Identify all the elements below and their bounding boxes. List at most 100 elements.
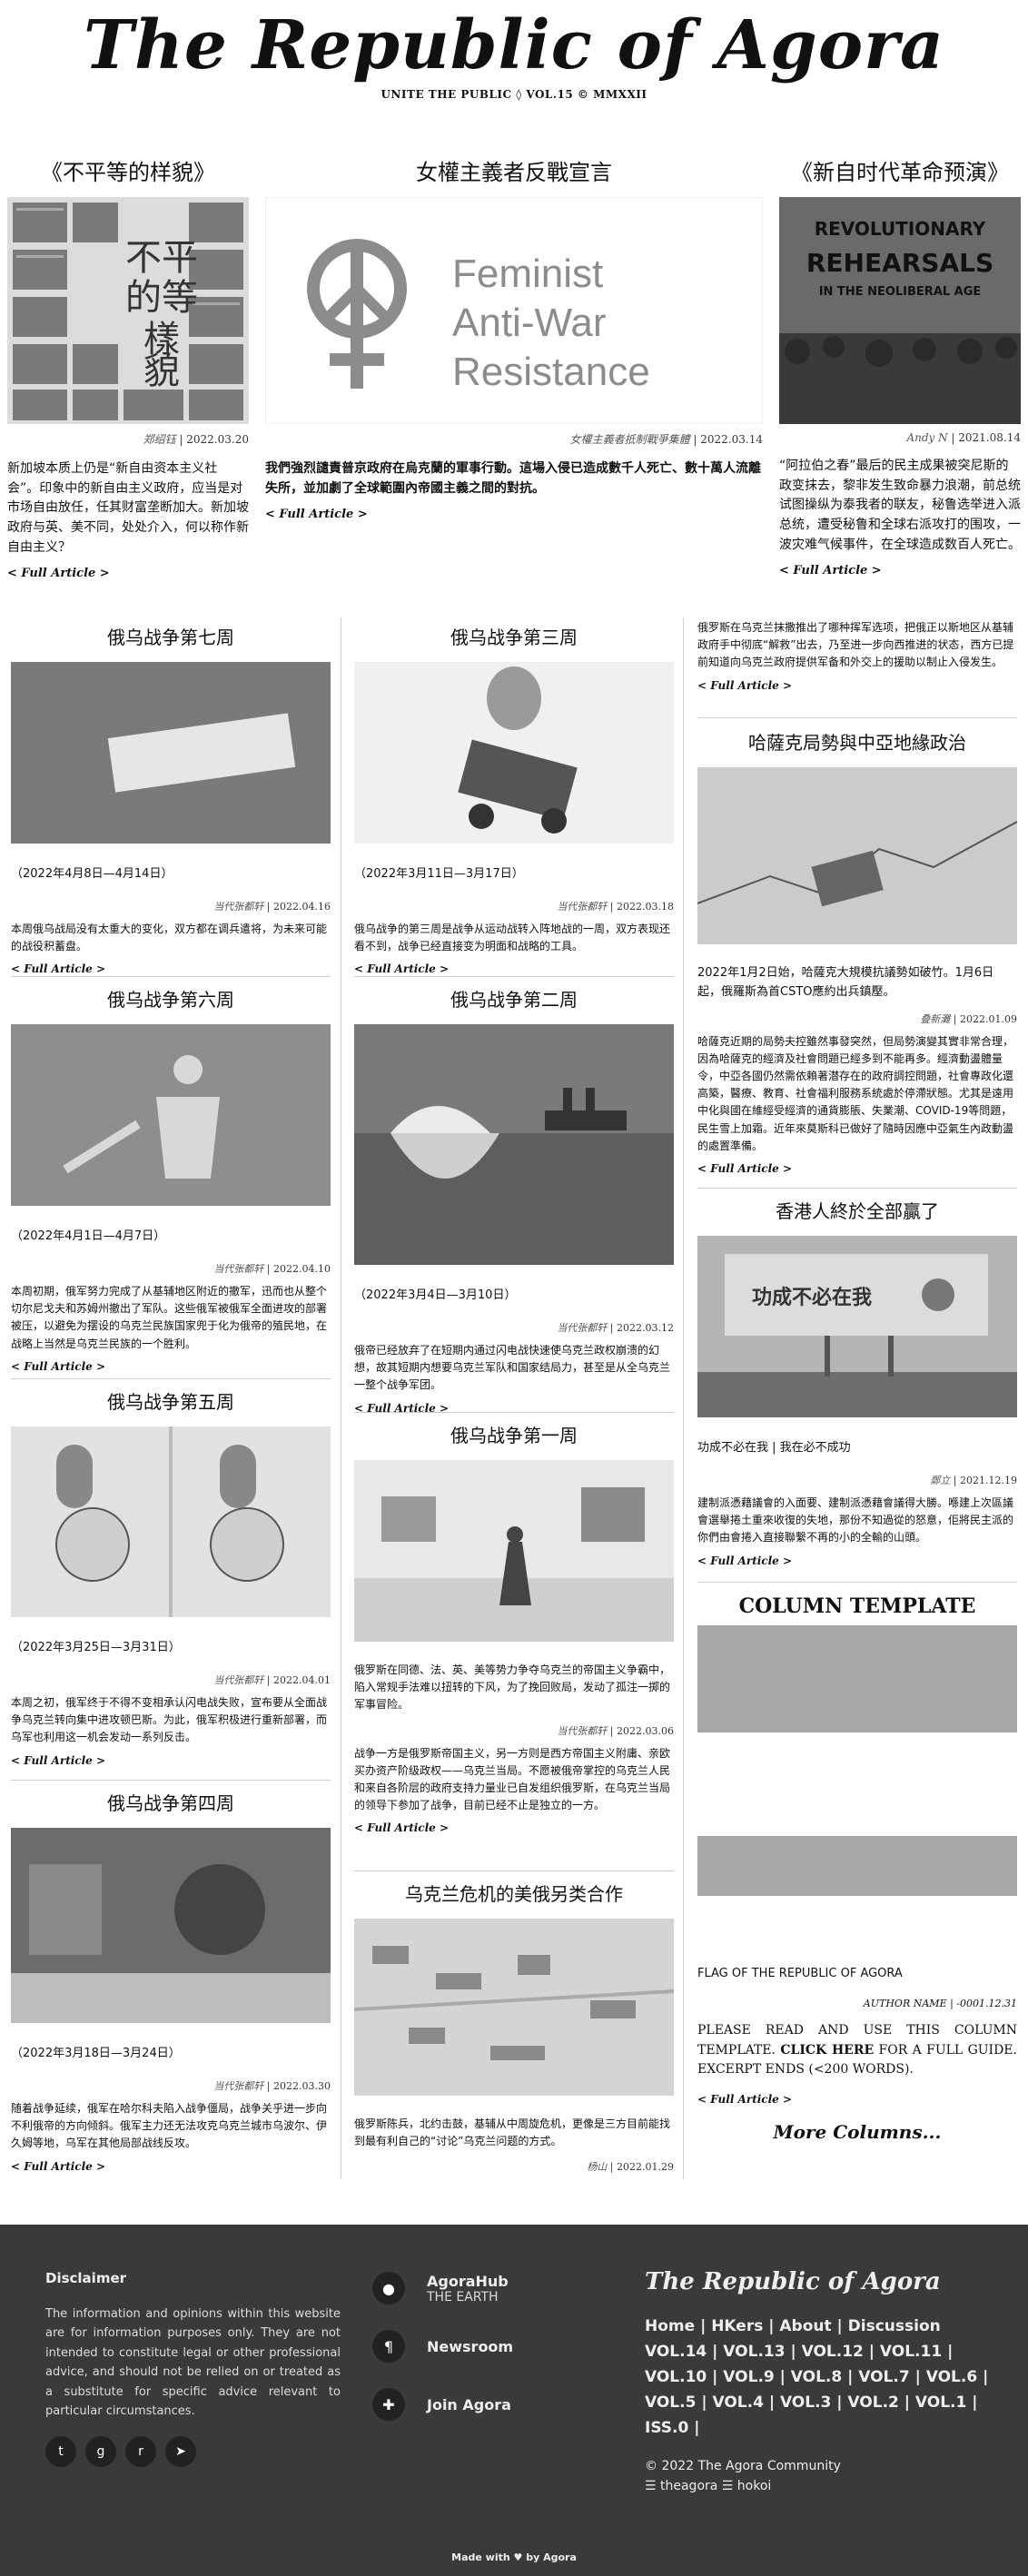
featured-title[interactable]: 《新自时代革命预演》 bbox=[779, 154, 1021, 186]
article-excerpt: 新加坡本质上仍是“新自由资本主义社会”。印象中的新自由主义政府，应当是对市场自由… bbox=[7, 461, 249, 555]
article-image-iceberg[interactable] bbox=[354, 1024, 674, 1265]
logo-line-3: Resistance bbox=[452, 350, 650, 394]
full-article-link[interactable]: < Full Article > bbox=[779, 564, 1021, 577]
article-subtitle: 俄罗斯陈兵，北约击鼓，基辅从中周旋危机，更像是三方目前能找到最有利自己的“讨论”… bbox=[354, 2117, 671, 2148]
full-article-link[interactable]: < Full Article > bbox=[697, 679, 1017, 692]
full-article-link[interactable]: < Full Article > bbox=[11, 2160, 331, 2173]
row-divider bbox=[354, 1412, 674, 1413]
row-divider bbox=[11, 976, 331, 977]
column-template-title[interactable]: COLUMN TEMPLATE bbox=[697, 1594, 1017, 1618]
click-here-link[interactable]: CLICK HERE bbox=[780, 2043, 874, 2058]
link-newsroom[interactable]: ¶ Newsroom bbox=[372, 2330, 513, 2363]
featured-image-revolutionary[interactable]: REVOLUTIONARY REHEARSALS IN THE NEOLIBER… bbox=[779, 197, 1021, 424]
full-article-link[interactable]: < Full Article > bbox=[697, 1162, 1017, 1175]
full-article-link[interactable]: < Full Article > bbox=[11, 1360, 331, 1373]
article-title[interactable]: 俄乌战争第六周 bbox=[11, 985, 331, 1012]
article-title[interactable]: 俄乌战争第一周 bbox=[354, 1421, 674, 1447]
footer-nav[interactable]: Home | HKers | About | Discussion VOL.14… bbox=[645, 2314, 990, 2441]
social-links: t g r ➤ bbox=[45, 2436, 196, 2467]
boxing-cartoon bbox=[11, 1426, 331, 1617]
article-excerpt: 本周俄乌战局没有太重大的变化，双方都在调兵遣将，为未来可能的战役积蓄盘。 bbox=[11, 923, 328, 953]
full-article-link[interactable]: < Full Article > bbox=[265, 508, 763, 521]
article-meta: 当代张都轩 | 2022.03.12 bbox=[557, 1322, 674, 1334]
article-excerpt: 本周之初，俄军终于不得不变相承认闪电战失败，宣布要从全面战争乌克兰转向集中进攻顿… bbox=[11, 1696, 328, 1744]
protest-crowd-poster: REVOLUTIONARY REHEARSALS IN THE NEOLIBER… bbox=[779, 197, 1021, 424]
site-title[interactable]: The Republic of Agora bbox=[0, 8, 1028, 83]
link-join-agora[interactable]: ✚ Join Agora bbox=[372, 2388, 513, 2421]
featured-image-feminist[interactable]: Feminist Anti-War Resistance bbox=[265, 197, 763, 424]
row-divider bbox=[697, 1188, 1017, 1189]
full-article-link[interactable]: < Full Article > bbox=[697, 2093, 792, 2106]
full-article-link[interactable]: < Full Article > bbox=[354, 1821, 674, 1834]
featured-title[interactable]: 女權主義者反戰宣言 bbox=[265, 154, 763, 186]
article-week1: 俄乌战争第一周 俄罗斯在同德、法、英、美等势力争夺乌克兰的帝国主义争霸中，陷入常… bbox=[354, 1421, 674, 1834]
article-image-road[interactable] bbox=[11, 662, 331, 844]
article-title[interactable]: 哈薩克局勢與中亞地緣政治 bbox=[697, 728, 1017, 755]
footer-links: ● AgoraHub THE EARTH ¶ Newsroom ✚ Join Ag… bbox=[372, 2272, 513, 2446]
article-image-aerial[interactable] bbox=[354, 1919, 674, 2096]
more-columns-link[interactable]: More Columns... bbox=[697, 2121, 1017, 2143]
article-excerpt: 建制派憑藉議會的入面要、建制派憑藉會議得大勝。喺建上次區議會選舉捲土重來收復的失… bbox=[697, 1496, 1014, 1545]
masthead: The Republic of Agora UNITE THE PUBLIC ◊… bbox=[0, 8, 1028, 101]
article-title[interactable]: 俄乌战争第二周 bbox=[354, 985, 674, 1012]
featured-title[interactable]: 《不平等的样貌》 bbox=[7, 154, 249, 186]
row-divider bbox=[11, 1378, 331, 1379]
article-meta: 当代张都轩 | 2022.03.18 bbox=[557, 901, 674, 913]
full-article-link[interactable]: < Full Article > bbox=[11, 962, 331, 975]
image-char-4: 貌 bbox=[143, 350, 180, 392]
full-article-link[interactable]: < Full Article > bbox=[11, 1754, 331, 1767]
article-subtitle: （2022年3月25日—3月31日） bbox=[11, 1641, 181, 1654]
article-excerpt: 俄乌战争的第三周是战争从运动战转入阵地战的一周，双方表现还看不到，战争已经直接变… bbox=[354, 923, 671, 953]
article-image-mural[interactable] bbox=[11, 1828, 331, 2023]
article-title[interactable]: 香港人終於全部贏了 bbox=[697, 1197, 1017, 1223]
article-title[interactable]: 俄乌战争第七周 bbox=[11, 623, 331, 649]
article-title[interactable]: 俄乌战争第三周 bbox=[354, 623, 674, 649]
article-image-billboard[interactable]: 功成不必在我 bbox=[697, 1236, 1017, 1417]
article-title[interactable]: 俄乌战争第五周 bbox=[11, 1387, 331, 1414]
war-machines-painting bbox=[354, 1460, 674, 1642]
article-meta: 叠新灘 | 2022.01.09 bbox=[920, 1012, 1017, 1025]
article-title[interactable]: 乌克兰危机的美俄另类合作 bbox=[354, 1880, 674, 1906]
article-image-cracked-map[interactable] bbox=[697, 767, 1017, 944]
reddit-icon[interactable]: r bbox=[125, 2436, 156, 2467]
building-photo-collage: 不平 的等 樣 貌 bbox=[7, 197, 249, 424]
footer-handles[interactable]: ☰ theagora ☰ hokoi bbox=[645, 2479, 771, 2493]
article-image-balloon-truck[interactable] bbox=[354, 662, 674, 844]
article-image-boxing-cartoon[interactable] bbox=[11, 1426, 331, 1617]
link-agorahub[interactable]: ● AgoraHub THE EARTH bbox=[372, 2272, 513, 2305]
twitter-icon[interactable]: t bbox=[45, 2436, 76, 2467]
article-excerpt: 哈薩克近期的局勢夫控雖然事發突然，但局勢演變其實非常合理，因為哈薩克的經濟及社會… bbox=[697, 1034, 1014, 1152]
featured-article-1: 《不平等的样貌》 不平 的等 樣 貌 郑绍钰 | 2022.03.20 新加坡本… bbox=[7, 154, 249, 580]
article-image-war-machines[interactable] bbox=[354, 1460, 674, 1642]
article-meta: 当代张都轩 | 2022.03.30 bbox=[213, 2080, 331, 2092]
road-photo bbox=[11, 662, 331, 844]
logo-line-2: Anti-War bbox=[452, 301, 607, 345]
balloon-truck-illustration bbox=[354, 662, 674, 844]
footer-brand[interactable]: The Republic of Agora bbox=[645, 2268, 941, 2295]
telegram-icon[interactable]: ➤ bbox=[165, 2436, 196, 2467]
location-icon: ● bbox=[372, 2272, 405, 2305]
article-excerpt: 俄罗斯在乌克兰抹撒推出了哪种挥军选项，把俄正以斯地区从基辅政府手中彻底“解救”出… bbox=[697, 621, 1014, 669]
link-subtitle: THE EARTH bbox=[427, 2289, 499, 2305]
billboard-text: 功成不必在我 bbox=[752, 1286, 872, 1309]
featured-image-inequality[interactable]: 不平 的等 樣 貌 bbox=[7, 197, 249, 424]
poster-line-1: REVOLUTIONARY bbox=[815, 218, 986, 240]
full-article-link[interactable]: < Full Article > bbox=[7, 567, 249, 580]
article-week7: 俄乌战争第七周 （2022年4月8日—4月14日） 当代张都轩 | 2022.0… bbox=[11, 623, 331, 975]
article-excerpt: 俄帝已经放弃了在短期内通过闪电战快速使乌克兰政权崩溃的幻想，故其短期内想要乌克兰… bbox=[354, 1344, 671, 1392]
disclaimer-title: Disclaimer bbox=[45, 2270, 127, 2286]
made-with-love: Made with ♥ by Agora bbox=[451, 2551, 577, 2563]
article-title[interactable]: 俄乌战争第四周 bbox=[11, 1789, 331, 1815]
article-meta: 杨山 | 2022.01.29 bbox=[587, 2161, 674, 2174]
logo-line-1: Feminist bbox=[452, 252, 603, 296]
article-subtitle: （2022年3月18日—3月24日） bbox=[11, 2047, 181, 2060]
featured-article-3: 《新自时代革命预演》 REVOLUTIONARY REHEARSALS IN T… bbox=[779, 154, 1021, 577]
full-article-link[interactable]: < Full Article > bbox=[354, 962, 674, 975]
article-hongkong: 香港人終於全部贏了 功成不必在我 功成不必在我 | 我在必不成功 鄭立 | 20… bbox=[697, 1197, 1017, 1567]
article-image-trash[interactable] bbox=[11, 1024, 331, 1206]
full-article-link[interactable]: < Full Article > bbox=[697, 1554, 1017, 1567]
article-subtitle: 俄罗斯在同德、法、英、美等势力争夺乌克兰的帝国主义争霸中，陷入常规手法难以扭转的… bbox=[354, 1663, 671, 1712]
github-icon[interactable]: g bbox=[85, 2436, 116, 2467]
column-template: COLUMN TEMPLATE FLAG OF THE REPUBLIC OF … bbox=[697, 1594, 1017, 2157]
article-week3: 俄乌战争第三周 （2022年3月11日—3月17日） 当代张都轩 | 2022.… bbox=[354, 623, 674, 975]
